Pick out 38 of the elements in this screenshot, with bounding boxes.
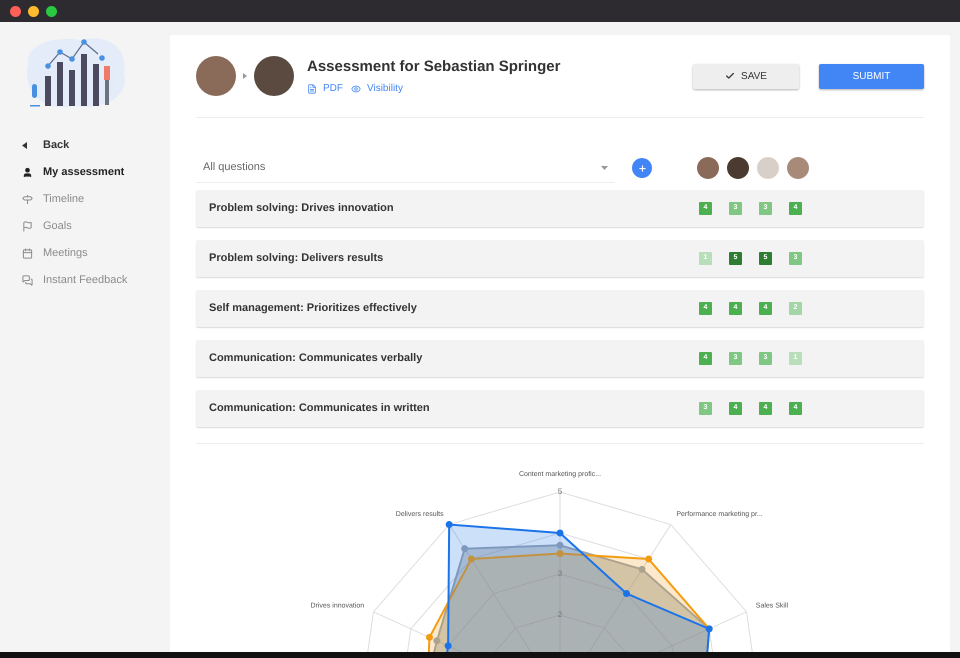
avatar: [727, 157, 749, 179]
avatar: [196, 56, 236, 96]
nav-item[interactable]: My assessment: [22, 163, 170, 181]
question-label: Communication: Communicates in written: [209, 401, 431, 416]
page-title: Assessment for Sebastian Springer: [307, 56, 560, 77]
questions-dropdown[interactable]: All questions: [196, 153, 615, 183]
flag-icon: [22, 220, 33, 232]
submit-button[interactable]: SUBMIT: [819, 64, 924, 88]
avatar: [787, 157, 809, 179]
header-link[interactable]: Visibility: [351, 81, 403, 96]
question-label: Problem solving: Drives innovation: [209, 201, 395, 216]
question-label: Problem solving: Delivers results: [209, 251, 384, 266]
avatar: [254, 56, 294, 96]
maximize-icon[interactable]: [46, 6, 57, 16]
caret-left-icon: [22, 142, 27, 148]
signpost-icon: [22, 194, 33, 204]
add-button[interactable]: [632, 158, 652, 178]
calendar-icon: [22, 248, 33, 258]
back-link[interactable]: Back: [22, 136, 170, 154]
file-icon: [307, 84, 317, 94]
header-link[interactable]: PDF: [307, 81, 343, 96]
tick-label: 5: [558, 487, 562, 496]
plus-icon: [638, 164, 646, 172]
tick-label: 2: [558, 610, 562, 619]
check-icon: [725, 71, 736, 81]
avatar: [757, 157, 779, 179]
chat-icon: [22, 274, 33, 286]
question-label: Communication: Communicates verbally: [209, 351, 424, 366]
minimize-icon[interactable]: [28, 6, 39, 16]
dropdown-caret-icon: [601, 166, 608, 170]
caret-right-icon: [243, 73, 247, 79]
save-button[interactable]: SAVE: [693, 64, 799, 88]
question-label: Self management: Prioritizes effectively: [209, 301, 418, 316]
user-icon: [22, 166, 33, 178]
eye-icon: [351, 84, 361, 94]
tick-label: 3: [558, 569, 562, 578]
close-icon[interactable]: [10, 6, 21, 16]
avatar: [697, 157, 719, 179]
